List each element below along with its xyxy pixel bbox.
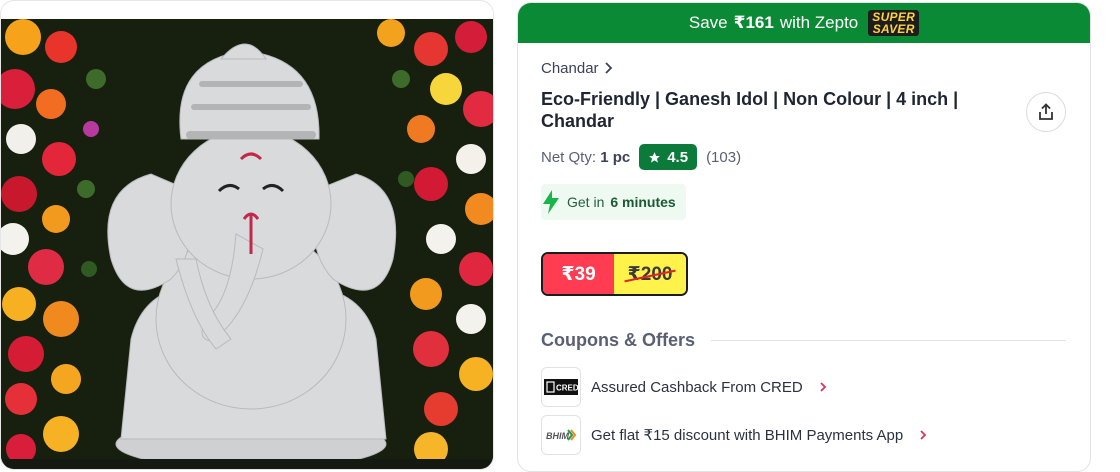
coupons-heading: Coupons & Offers: [541, 330, 696, 350]
price-box: ₹39 ₹200: [541, 252, 688, 296]
coupons-header: Coupons & Offers: [541, 330, 1066, 351]
bhim-logo-icon: BHIM: [546, 429, 577, 441]
offer-item[interactable]: CRED Assured Cashback From CRED: [541, 367, 1066, 407]
mrp-price: ₹200: [614, 254, 686, 294]
share-icon: [1039, 103, 1053, 120]
offer-text: Get flat ₹15 discount with BHIM Payments…: [591, 427, 904, 444]
brand-name: Chandar: [541, 59, 599, 77]
cred-logo-icon: CRED: [544, 379, 578, 395]
product-details-panel: Save ₹161 with Zepto SUPER SAVER Chandar…: [517, 2, 1091, 472]
cred-logo-text: CRED: [556, 384, 578, 393]
product-image[interactable]: [1, 19, 493, 469]
chevron-right-icon: [820, 382, 827, 392]
lightning-icon: [543, 190, 559, 214]
net-qty: Net Qty: 1 pc: [541, 149, 630, 166]
rating-badge[interactable]: 4.5: [639, 144, 698, 170]
badge-line-2: SAVER: [872, 22, 915, 36]
bhim-logo-text: BHIM: [546, 431, 569, 441]
bhim-logo: BHIM: [541, 415, 581, 455]
savings-banner: Save ₹161 with Zepto SUPER SAVER: [518, 3, 1090, 43]
savings-prefix: Save: [688, 13, 728, 32]
divider: [711, 340, 1066, 341]
net-qty-value: 1 pc: [600, 148, 631, 166]
eta-time: 6 minutes: [610, 194, 676, 210]
product-title: Eco-Friendly | Ganesh Idol | Non Colour …: [541, 89, 959, 131]
offer-text: Assured Cashback From CRED: [591, 378, 803, 396]
chevron-right-icon: [920, 430, 927, 440]
chevron-right-icon: [604, 62, 612, 74]
super-saver-badge: SUPER SAVER: [868, 10, 920, 36]
offer-item[interactable]: BHIM Get flat ₹15 discount with BHIM Pay…: [541, 415, 1066, 455]
savings-amount: ₹161: [733, 13, 774, 32]
savings-suffix: with Zepto: [779, 13, 859, 32]
delivery-eta: Get in 6 minutes: [541, 184, 686, 220]
current-price: ₹39: [543, 254, 614, 294]
rating-value: 4.5: [667, 148, 689, 166]
brand-link[interactable]: Chandar: [541, 59, 1066, 77]
rating-count: (103): [706, 148, 742, 166]
cred-logo: CRED: [541, 367, 581, 407]
eta-prefix: Get in: [567, 194, 605, 210]
quantity-rating-row: Net Qty: 1 pc 4.5 (103): [541, 144, 1066, 170]
share-button[interactable]: [1026, 92, 1066, 132]
product-image-card: [0, 0, 494, 470]
star-icon: [649, 151, 661, 163]
net-qty-label: Net Qty:: [541, 148, 597, 166]
